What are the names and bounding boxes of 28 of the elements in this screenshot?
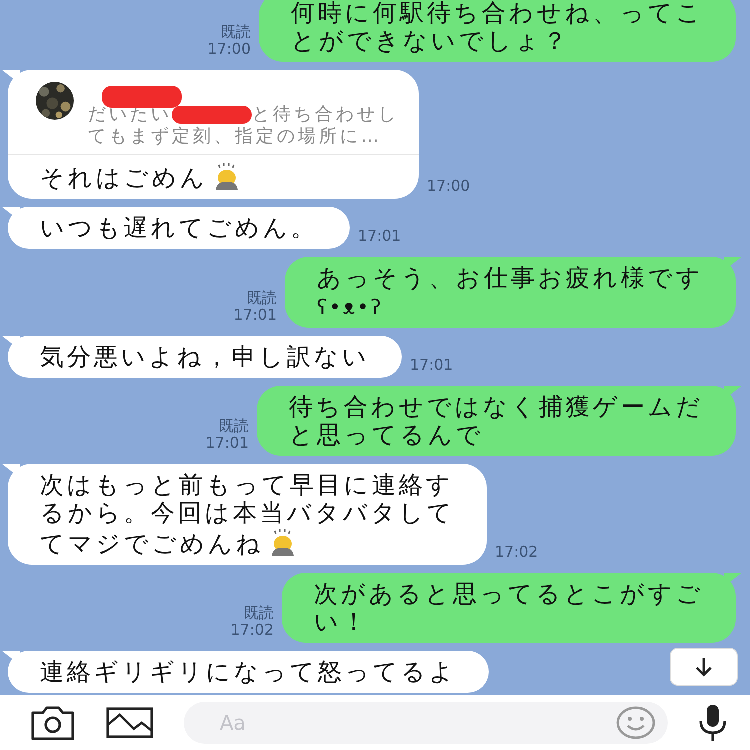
- scroll-down-button[interactable]: [670, 648, 738, 686]
- message-text: それはごめん: [40, 161, 387, 192]
- message-text: 何時に何駅待ち合わせね、ってこ とができないでしょ？: [291, 0, 704, 55]
- read-receipt: 既読: [218, 418, 249, 435]
- read-receipt: 既読: [246, 290, 277, 307]
- read-receipt: 既読: [243, 605, 274, 622]
- message-time: 17:02: [495, 544, 538, 563]
- message-time: 17:00: [208, 41, 251, 58]
- down-arrow-icon: [693, 656, 715, 678]
- message-text: 連絡ギリギリになって怒ってるよ: [40, 658, 457, 686]
- microphone-button[interactable]: [698, 702, 728, 742]
- message-time: 17:01: [206, 435, 249, 452]
- message-text: 気分悪いよね，申し訳ない: [40, 343, 370, 371]
- message-time: 17:00: [427, 178, 470, 197]
- emoji-icon[interactable]: [616, 706, 656, 740]
- camera-button[interactable]: [30, 704, 76, 740]
- quoted-text: だいたい と待ち合わせし てもまず定刻、指定の場所に…: [88, 104, 399, 148]
- message-text: あっそう、お仕事お疲れ様です ʕ•ᴥ•ʔ: [317, 264, 704, 320]
- image-button[interactable]: [106, 706, 154, 738]
- message-time: 17:02: [230, 622, 274, 639]
- message-text: 待ち合わせではなく捕獲ゲームだ と思ってるんで: [289, 393, 704, 449]
- message-time: 17:01: [234, 307, 277, 324]
- read-receipt: 既読: [220, 24, 251, 41]
- message-text: 次があると思ってるとこがすご い！: [314, 580, 704, 636]
- message-time: 17:01: [358, 228, 402, 247]
- message-text: 次はもっと前もって早目に連絡す るから。今回は本当バタバタして てマジでごめんね: [40, 471, 455, 558]
- message-time: 17:01: [410, 357, 454, 376]
- message-text: いつも遅れてごめん。: [40, 214, 318, 242]
